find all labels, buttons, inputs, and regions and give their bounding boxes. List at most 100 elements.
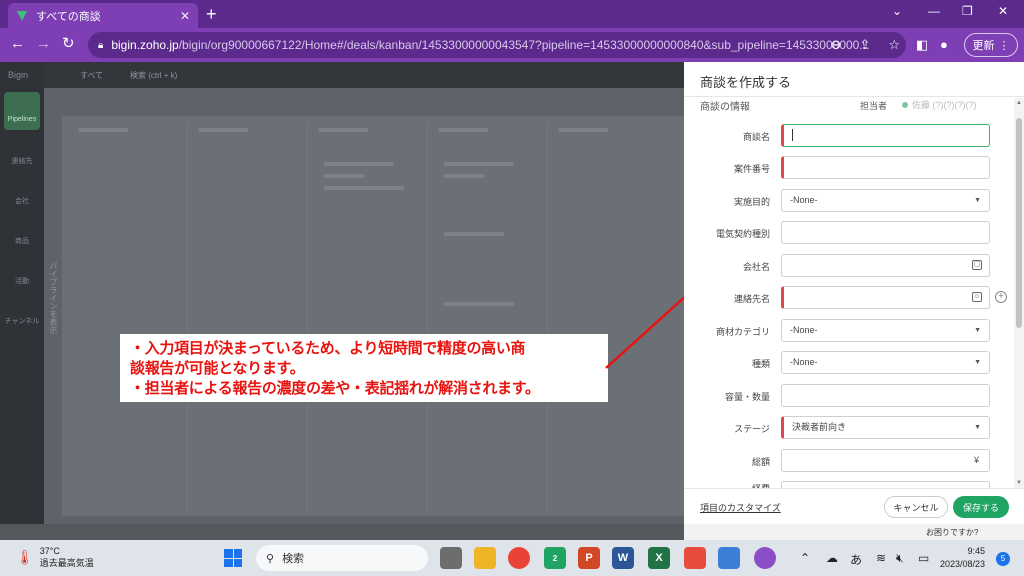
tab-title: すべての商談 (36, 10, 101, 23)
company-lookup-icon[interactable]: ▢ (972, 260, 982, 270)
panel-title: 商談を作成する (700, 75, 792, 90)
chrome-icon[interactable] (508, 547, 530, 569)
notification-badge[interactable]: 5 (996, 552, 1010, 566)
update-label: 更新 (972, 40, 995, 52)
sidebar-label: 連絡先 (11, 158, 33, 165)
app-logo: Bigin (8, 70, 29, 80)
app-search-input[interactable]: 検索 (ctrl + k) (130, 70, 177, 81)
task-view-icon[interactable] (440, 547, 462, 569)
address-bar[interactable]: 🔒︎ bigin.zoho.jp/bigin/org90000667122/Ho… (88, 32, 906, 58)
stage-select[interactable]: 決裁者前向き ▼ (781, 416, 990, 439)
share-icon[interactable]: ⇪ (859, 37, 870, 53)
windows-start-icon[interactable] (224, 549, 242, 567)
profile-icon[interactable]: ● (940, 37, 948, 52)
select-value: -None- (790, 195, 818, 205)
system-clock[interactable]: 9:45 2023/08/23 (940, 545, 985, 571)
field-row-amount: 総額 ¥ (684, 449, 1014, 473)
chrome-profile-icon[interactable] (754, 547, 776, 569)
side-panel-icon[interactable]: ◧ (916, 37, 928, 53)
help-link[interactable]: お困りですか? (926, 527, 978, 538)
view-selector[interactable]: すべて (80, 70, 103, 81)
tab-close-icon[interactable]: ✕ (180, 9, 190, 23)
bookmark-star-icon[interactable]: ☆ (888, 37, 900, 53)
customize-fields-link[interactable]: 項目のカスタマイズ (700, 501, 781, 514)
zoom-icon[interactable]: ⊖ (831, 37, 842, 53)
chat-app-icon[interactable]: 2 (544, 547, 566, 569)
sidebar-item-pipelines[interactable]: Pipelines (4, 92, 40, 130)
company-input[interactable]: ▢ (781, 254, 990, 277)
reload-icon[interactable]: ↻ (62, 36, 75, 52)
contact-input[interactable]: ☺ (781, 286, 990, 309)
battery-icon[interactable]: ▭ (918, 551, 929, 565)
ime-indicator[interactable]: あ (850, 551, 862, 568)
close-window-icon[interactable]: ✕ (998, 4, 1008, 18)
sidebar-item-channels[interactable]: チャンネル (4, 296, 40, 334)
sidebar-item-contacts[interactable]: 連絡先 (4, 136, 40, 174)
back-icon[interactable]: ← (10, 36, 25, 52)
powerpoint-icon[interactable]: P (578, 547, 600, 569)
file-explorer-icon[interactable] (474, 547, 496, 569)
page-bottom-strip: お困りですか? (0, 524, 1024, 540)
owner-field[interactable]: 佐藤 (?)(?)(?)(?) (902, 98, 977, 111)
network-status-icon[interactable]: ☁︎ (826, 551, 838, 565)
type-select[interactable]: -None- ▼ (781, 351, 990, 374)
sidebar-label: 活動 (15, 278, 29, 285)
update-button[interactable]: 更新 ⋮ (964, 33, 1018, 57)
app-sidebar: Bigin Pipelines 連絡先 会社 商品 活動 チャンネル (0, 62, 44, 524)
notepad-icon[interactable] (718, 547, 740, 569)
maximize-icon[interactable]: ❐ (962, 4, 973, 18)
case-number-input[interactable] (781, 156, 990, 179)
quantity-input[interactable] (781, 384, 990, 407)
thermometer-icon: 🌡︎ (16, 548, 34, 565)
bigin-logo-icon (17, 10, 27, 21)
wifi-icon[interactable]: ≋ (876, 551, 886, 565)
purpose-select[interactable]: -None- ▼ (781, 189, 990, 212)
volume-muted-icon[interactable]: 🔇︎ (896, 551, 904, 566)
word-icon[interactable]: W (612, 547, 634, 569)
url-host: bigin.zoho.jp (111, 38, 179, 52)
scroll-thumb[interactable] (1016, 118, 1022, 328)
browser-tab[interactable]: すべての商談 ✕ (8, 3, 198, 28)
field-row-category: 商材カテゴリ -None- ▼ (684, 319, 1014, 343)
weather-widget[interactable]: 🌡︎ 37°C 過去最高気温 (16, 545, 94, 569)
sidebar-item-products[interactable]: 商品 (4, 216, 40, 254)
owner-value: 佐藤 (?)(?)(?)(?) (912, 100, 977, 110)
deal-name-input[interactable] (781, 124, 990, 147)
dimmed-strip (0, 524, 684, 540)
lock-icon: 🔒︎ (98, 39, 104, 51)
weather-text: 過去最高気温 (39, 558, 94, 568)
scroll-down-icon[interactable]: ▼ (1016, 480, 1022, 486)
store-icon[interactable] (684, 547, 706, 569)
select-value: 決裁者前向き (792, 422, 847, 432)
sidebar-label: チャンネル (4, 318, 40, 325)
category-select[interactable]: -None- ▼ (781, 319, 990, 342)
forward-icon[interactable]: → (36, 36, 51, 52)
new-tab-button[interactable]: + (206, 4, 217, 25)
panel-scrollbar[interactable]: ▲ ▼ (1014, 98, 1024, 488)
amount-input[interactable]: ¥ (781, 449, 990, 472)
excel-icon[interactable]: X (648, 547, 670, 569)
field-row-company: 会社名 ▢ (684, 254, 1014, 278)
field-label: 連絡先名 (733, 294, 770, 304)
minimize-icon[interactable]: — (928, 4, 940, 18)
sidebar-item-companies[interactable]: 会社 (4, 176, 40, 214)
add-contact-icon[interactable]: + (995, 291, 1007, 303)
sidebar-item-activities[interactable]: 活動 (4, 256, 40, 294)
owner-label: 担当者 (860, 101, 888, 111)
cancel-button[interactable]: キャンセル (884, 496, 948, 518)
tray-chevron-up-icon[interactable]: ⌃ (800, 551, 810, 565)
field-row-deal-name: 商談名 (684, 124, 1014, 148)
chevron-down-icon: ▼ (974, 327, 981, 334)
callout-line: 談報告が可能となります。 (130, 359, 305, 377)
save-button[interactable]: 保存する (953, 496, 1009, 518)
scroll-up-icon[interactable]: ▲ (1016, 100, 1022, 106)
tab-search-icon[interactable]: ⌄ (892, 4, 902, 18)
contract-type-input[interactable] (781, 221, 990, 244)
search-icon: ⚲ (266, 552, 275, 565)
create-deal-panel: 商談を作成する 商談の情報 担当者 佐藤 (?)(?)(?)(?) 商談名 案件… (684, 62, 1024, 524)
clock-time: 9:45 (967, 546, 986, 556)
url-path: /bigin/org90000667122/Home#/deals/kanban… (178, 38, 870, 52)
expense-input[interactable] (781, 481, 990, 488)
contact-lookup-icon[interactable]: ☺ (972, 292, 982, 302)
taskbar-search[interactable]: ⚲ 検索 (256, 545, 428, 571)
